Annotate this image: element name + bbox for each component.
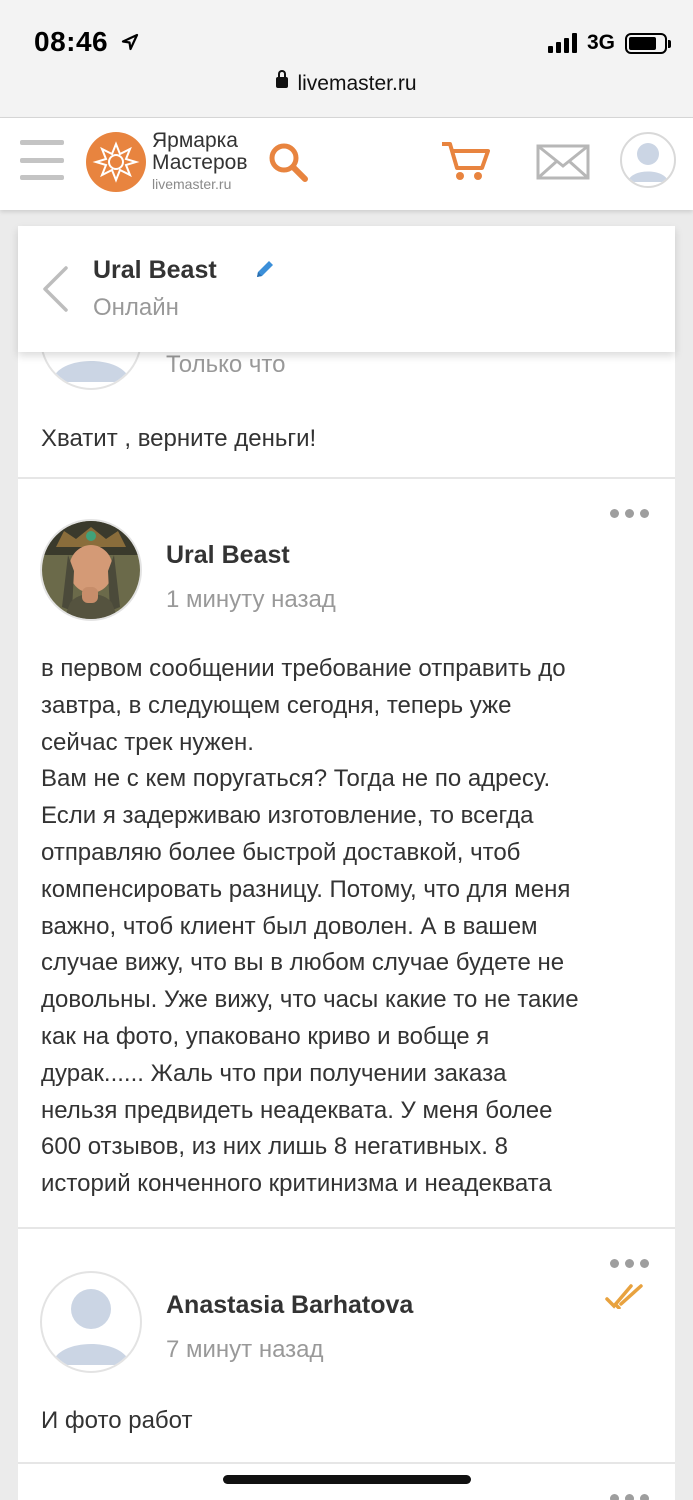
status-bar: 08:46 3G livemaster.ru (0, 0, 693, 118)
logo-domain: livemaster.ru (152, 176, 232, 192)
network-type: 3G (586, 31, 615, 54)
cart-icon[interactable] (440, 138, 492, 189)
double-check-icon (605, 1283, 645, 1314)
signal-icon (547, 33, 577, 53)
author-avatar[interactable] (40, 519, 142, 621)
search-icon[interactable] (268, 142, 310, 189)
edit-pencil-icon[interactable] (254, 258, 276, 285)
status-indicators: 3G (547, 30, 671, 56)
chat-partner-status: Онлайн (93, 294, 179, 321)
logo-line-1: Ярмарка (152, 129, 238, 152)
message-author[interactable]: Anastasia Barhatova (166, 1291, 413, 1320)
message-text[interactable]: И фото работ (41, 1403, 661, 1440)
chat-header: Ural Beast Онлайн (18, 226, 675, 352)
messages-panel: Только что Хватит , верните деньги! Ural… (18, 226, 675, 1500)
user-avatar-icon[interactable] (40, 1271, 142, 1373)
message-item: Ural Beast 1 минуту назад в первом сообщ… (18, 479, 675, 1229)
logo-line-2: Мастеров (152, 151, 248, 174)
message-author[interactable]: Ural Beast (166, 541, 290, 570)
chat-partner-name[interactable]: Ural Beast (93, 256, 217, 285)
site-header: Ярмарка Мастеров livemaster.ru (0, 118, 693, 210)
logo-text[interactable]: Ярмарка Мастеров livemaster.ru (152, 130, 247, 195)
menu-icon[interactable] (20, 140, 64, 180)
user-avatar-icon[interactable] (620, 132, 676, 188)
more-dots-icon[interactable] (610, 509, 649, 518)
battery-icon (625, 32, 671, 54)
status-time: 08:46 (34, 26, 109, 57)
lock-icon (276, 69, 289, 88)
url-text: livemaster.ru (297, 72, 417, 95)
back-chevron-icon[interactable] (40, 264, 70, 319)
logo-sun-icon[interactable] (86, 132, 146, 192)
more-dots-icon[interactable] (610, 1494, 649, 1500)
message-text[interactable]: в первом сообщении требование отправить … (41, 651, 661, 1203)
home-indicator (223, 1475, 471, 1484)
navigation-arrow-icon (121, 33, 139, 56)
message-text[interactable]: Хватит , верните деньги! (41, 421, 661, 458)
message-item: Anastasia Barhatova 7 минут назад И фото… (18, 1229, 675, 1464)
message-time: 7 минут назад (166, 1336, 324, 1363)
more-dots-icon[interactable] (610, 1259, 649, 1268)
message-time: Только что (166, 351, 286, 378)
url-bar[interactable]: livemaster.ru (0, 69, 693, 96)
mail-icon[interactable] (536, 142, 590, 187)
message-time: 1 минуту назад (166, 586, 336, 613)
